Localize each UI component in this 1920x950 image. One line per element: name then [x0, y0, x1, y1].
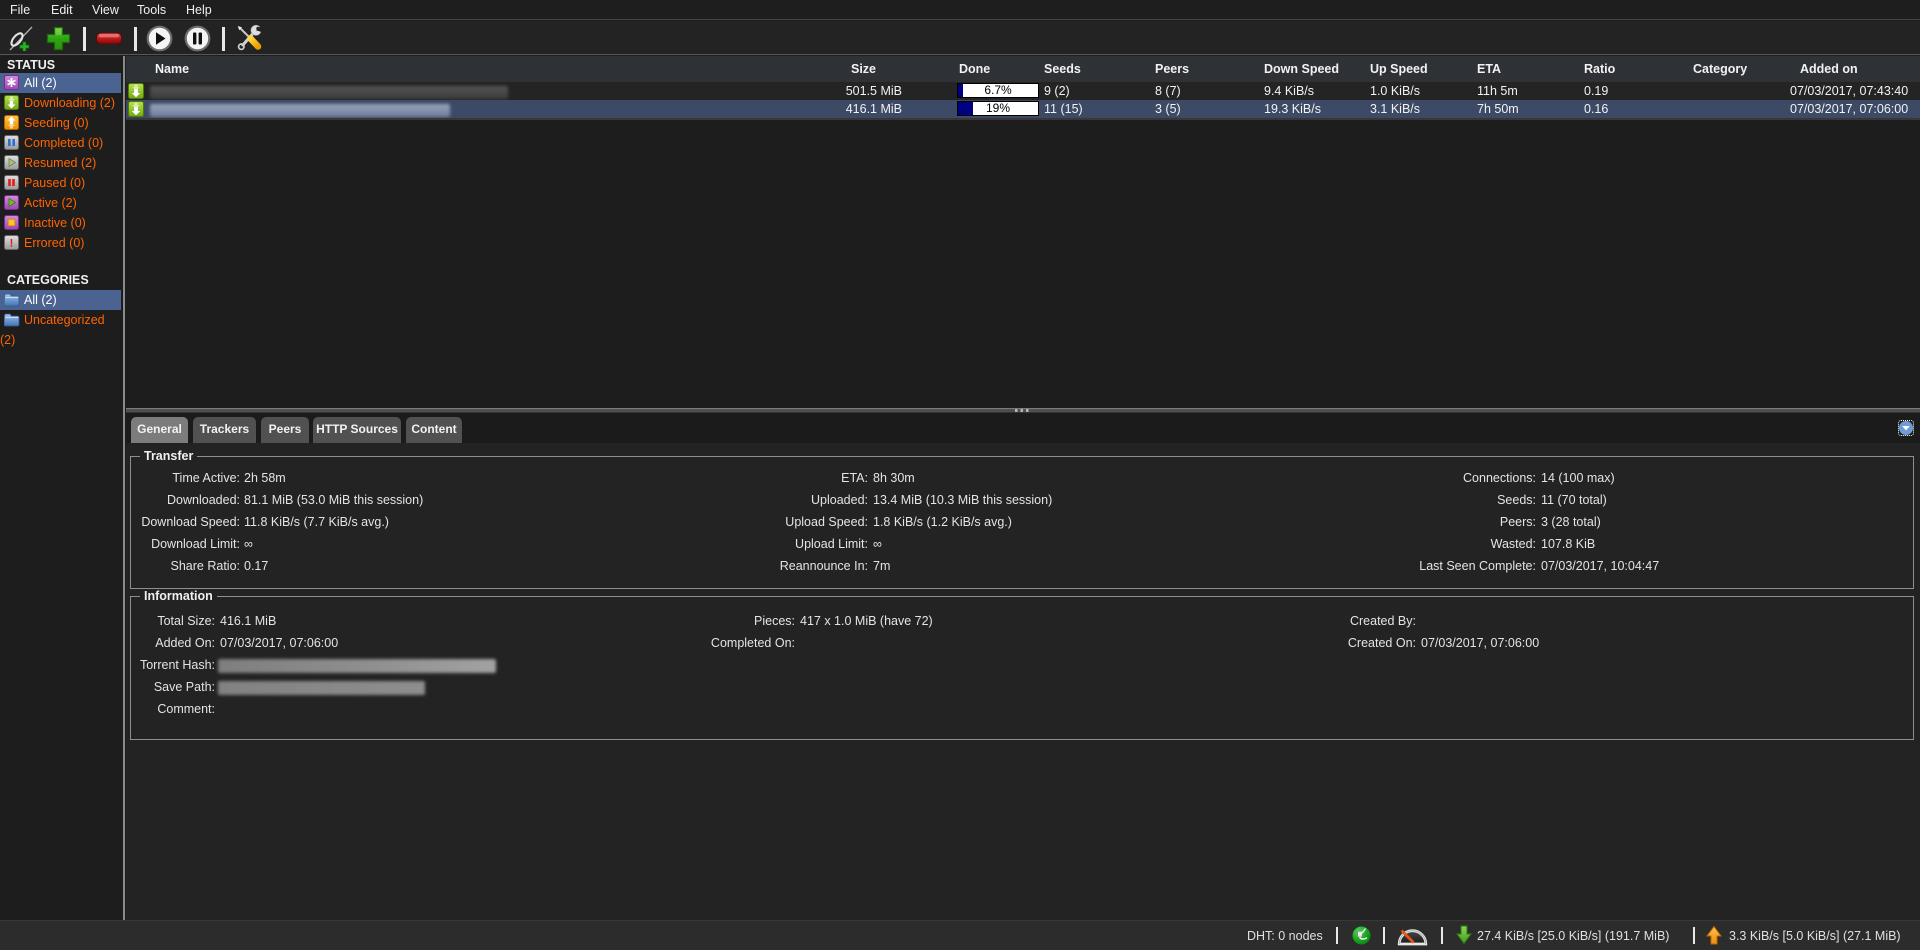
svg-text:!: !: [10, 238, 14, 250]
